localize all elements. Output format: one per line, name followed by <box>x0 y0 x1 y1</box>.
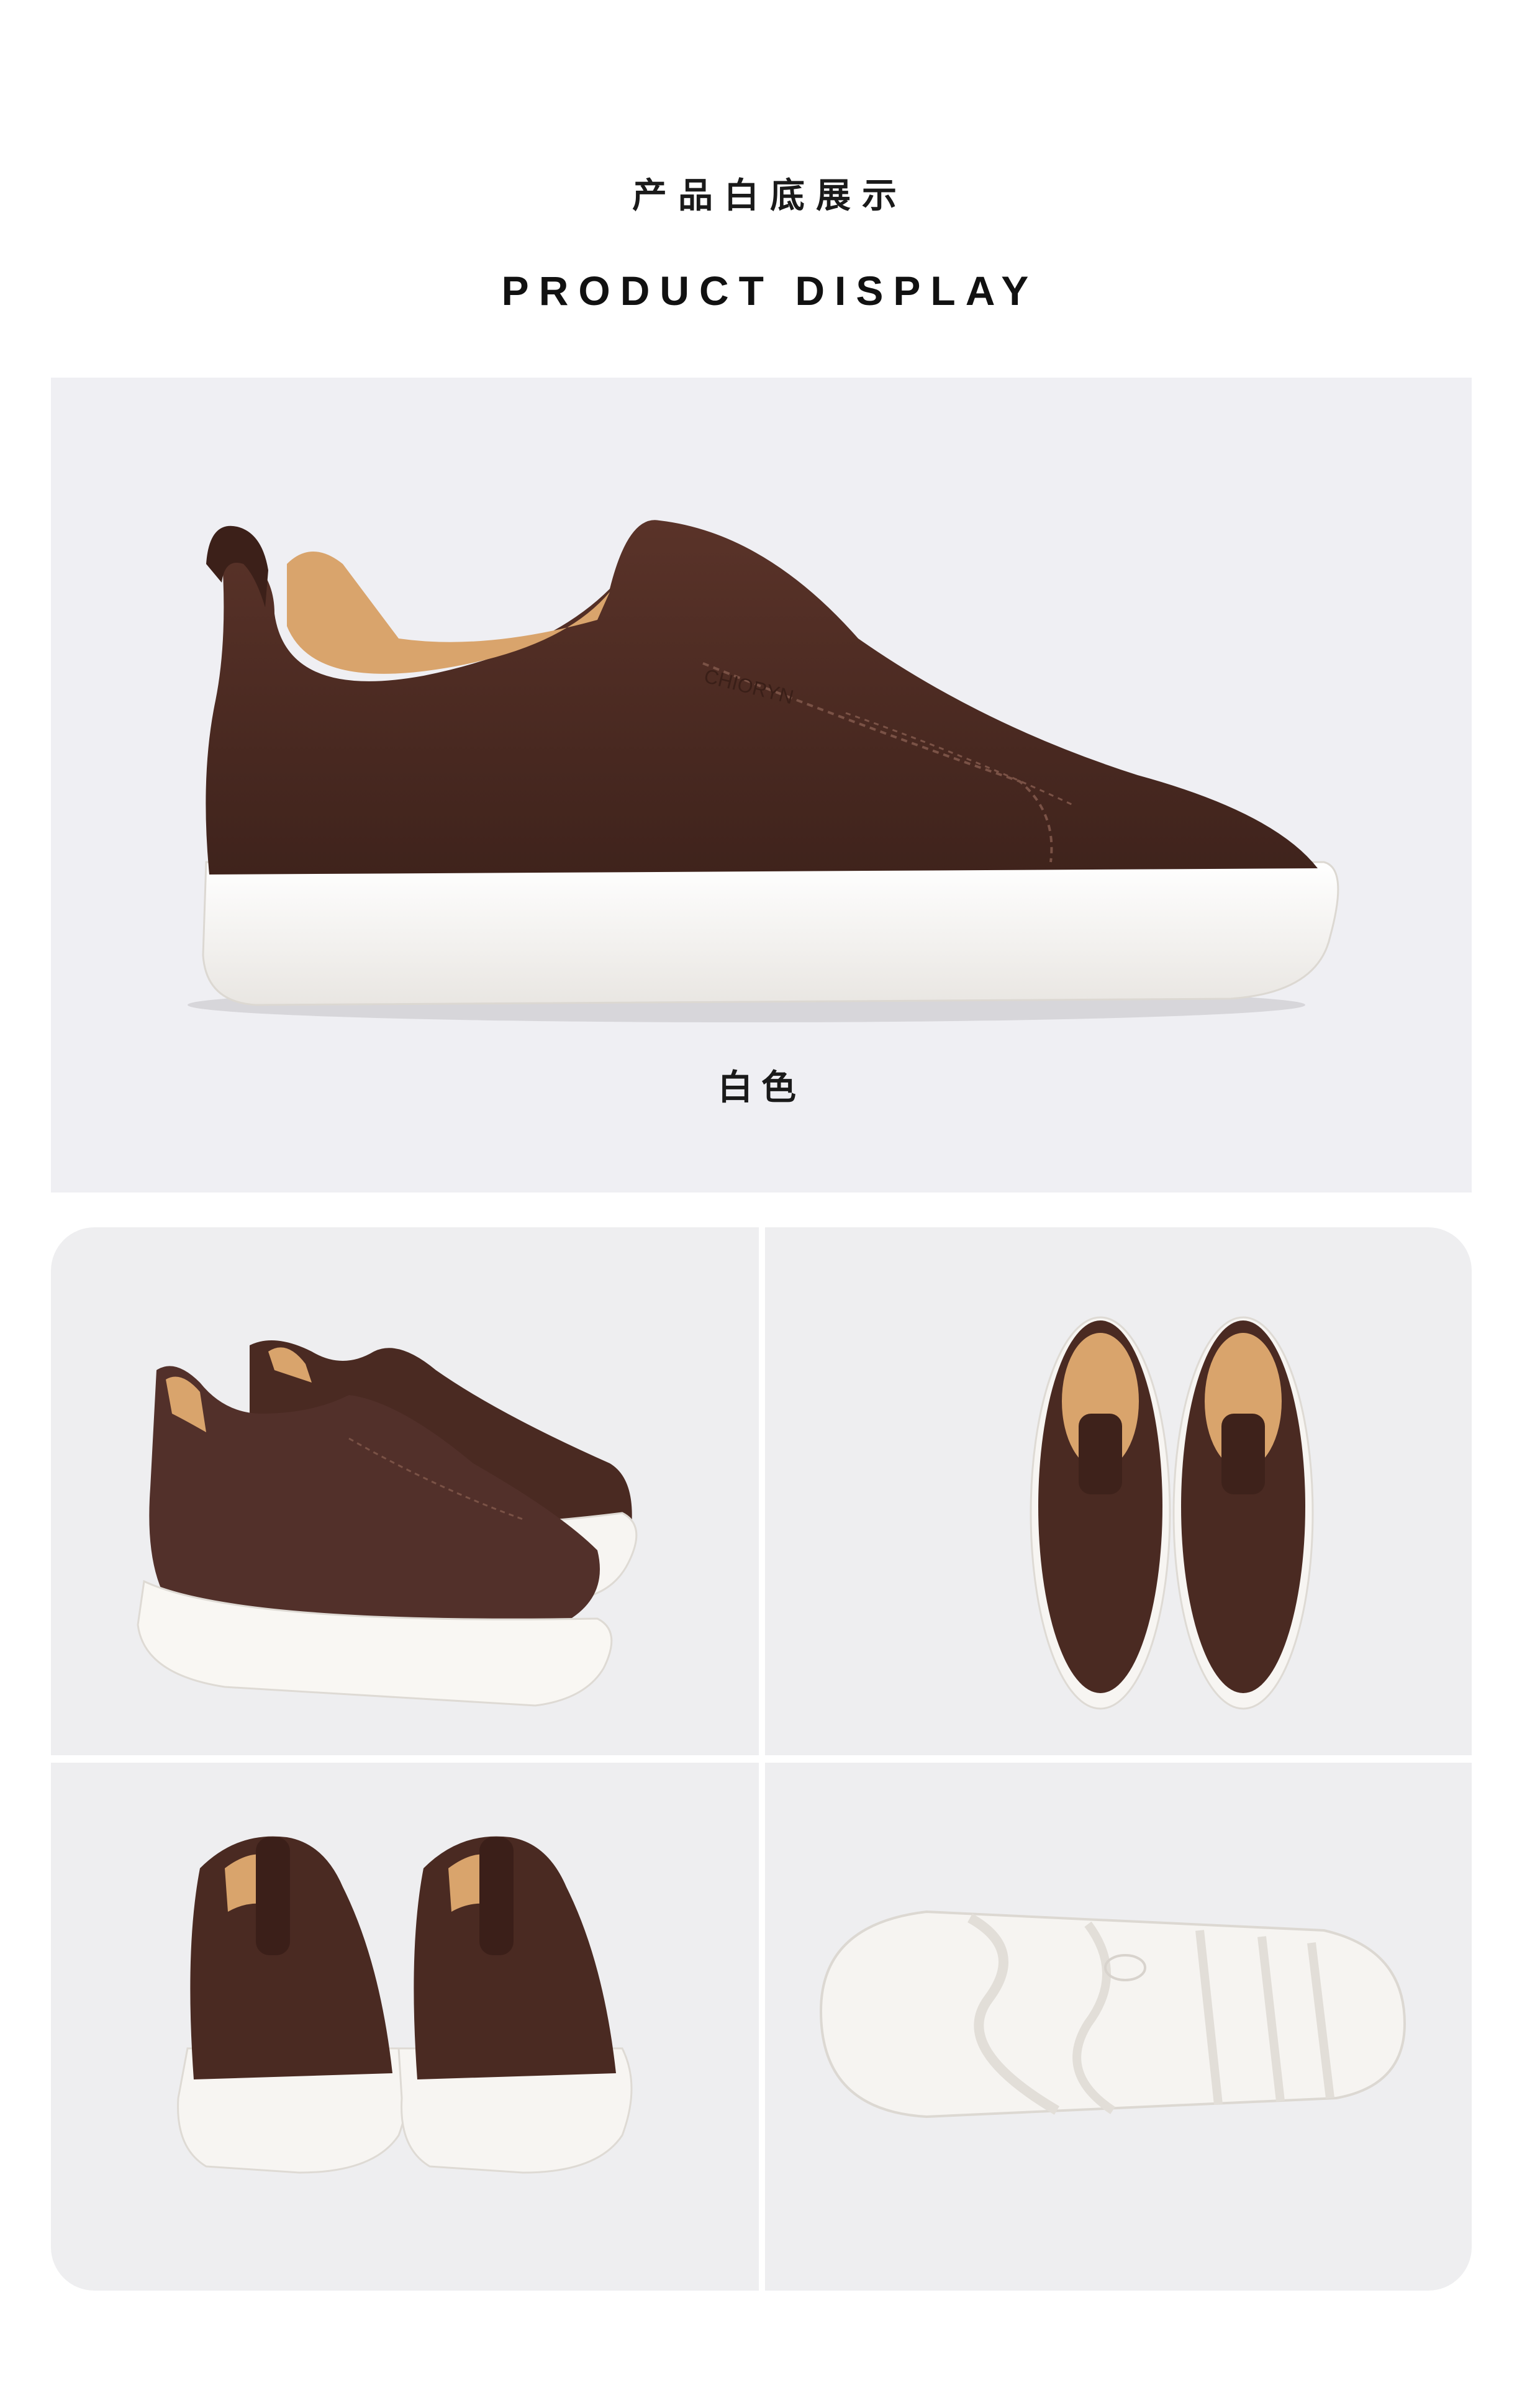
page-title-en: PRODUCT DISPLAY <box>501 268 1039 314</box>
page-title-cn: 产品白底展示 <box>632 176 908 216</box>
pair-angle-image <box>137 1340 638 1707</box>
pair-top-image <box>1030 1316 1314 1710</box>
gallery-cell-sole <box>765 1763 1472 2291</box>
gallery-cell-top <box>765 1227 1472 1755</box>
gallery-grid <box>51 1227 1472 2291</box>
color-label: 白色 <box>718 1068 805 1108</box>
pair-back-image <box>177 1836 633 2174</box>
gallery-cell-back <box>51 1763 759 2291</box>
gallery-cell-angle <box>51 1227 759 1755</box>
hero-panel: CHIORYN 白色 <box>51 378 1472 1193</box>
outsole-image <box>819 1910 1406 2119</box>
